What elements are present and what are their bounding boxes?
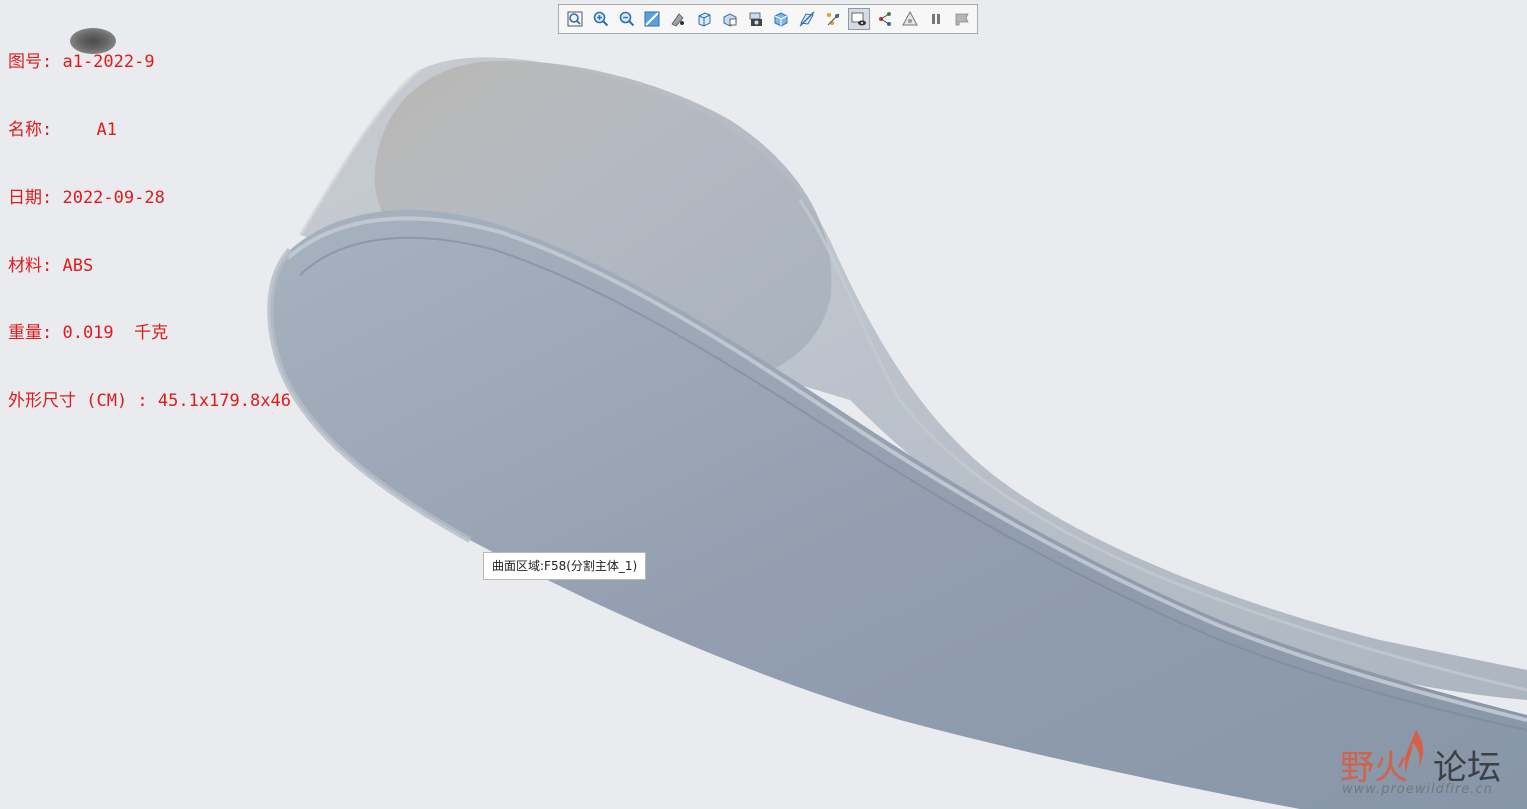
shading-icon	[671, 13, 685, 27]
spin-center-button[interactable]	[874, 8, 896, 30]
zoom-out-button[interactable]	[616, 8, 638, 30]
date: 日期: 2022-09-28	[8, 187, 165, 208]
refit-view-button[interactable]	[564, 8, 586, 30]
eye-filter-icon	[851, 12, 866, 26]
perspective-button[interactable]	[745, 8, 767, 30]
flag-icon	[955, 13, 969, 26]
model-info-overlay: 图号: a1-2022-9 名称: A1 日期: 2022-09-28 材料: …	[8, 6, 291, 458]
section-button[interactable]	[771, 8, 793, 30]
repaint-icon	[644, 11, 660, 27]
surface-tooltip: 曲面区域:F58(分割主体_1)	[483, 552, 647, 580]
annotation-display-button[interactable]	[822, 8, 844, 30]
cube-orientation-icon	[698, 12, 711, 27]
triangle-appearance-icon	[902, 10, 919, 26]
material: 材料: ABS	[8, 255, 94, 276]
pause-button[interactable]	[925, 8, 947, 30]
part-name: 名称: A1	[8, 119, 291, 142]
weight: 重量: 0.019 千克	[8, 323, 169, 344]
zoom-in-button[interactable]	[590, 8, 612, 30]
repaint-button[interactable]	[641, 8, 663, 30]
spin-center-icon	[878, 12, 891, 26]
display-filter-button[interactable]	[847, 8, 870, 30]
zoom-in-icon	[593, 11, 608, 27]
annotation-icon	[827, 13, 840, 26]
part-name-label: 名称:	[8, 119, 63, 140]
datum-display-button[interactable]	[796, 8, 818, 30]
animation-button[interactable]	[951, 8, 973, 30]
watermark-url: www.proewildfire.cn	[1342, 782, 1493, 797]
graphics-toolbar	[558, 4, 978, 34]
graphics-viewport[interactable]: 图号: a1-2022-9 名称: A1 日期: 2022-09-28 材料: …	[0, 0, 1527, 809]
saved-orientations-button[interactable]	[693, 8, 715, 30]
pause-icon	[932, 14, 941, 24]
appearance-button[interactable]	[900, 8, 922, 30]
section-cube-icon	[774, 12, 788, 27]
view-manager-button[interactable]	[719, 8, 741, 30]
band-main-surface	[270, 210, 1527, 809]
zoom-fit-icon	[567, 11, 583, 27]
view-manager-icon	[723, 13, 737, 27]
dimensions: 外形尺寸 (CM) : 45.1x179.8x46	[8, 391, 291, 412]
display-style-button[interactable]	[667, 8, 689, 30]
camera-icon	[749, 12, 762, 26]
datum-plane-icon	[799, 11, 815, 27]
part-name-value: A1	[96, 119, 117, 140]
zoom-out-icon	[619, 11, 634, 27]
drawing-number: 图号: a1-2022-9	[8, 52, 155, 73]
forum-watermark: 野火 论坛 www.proewildfire.cn	[1340, 728, 1520, 804]
